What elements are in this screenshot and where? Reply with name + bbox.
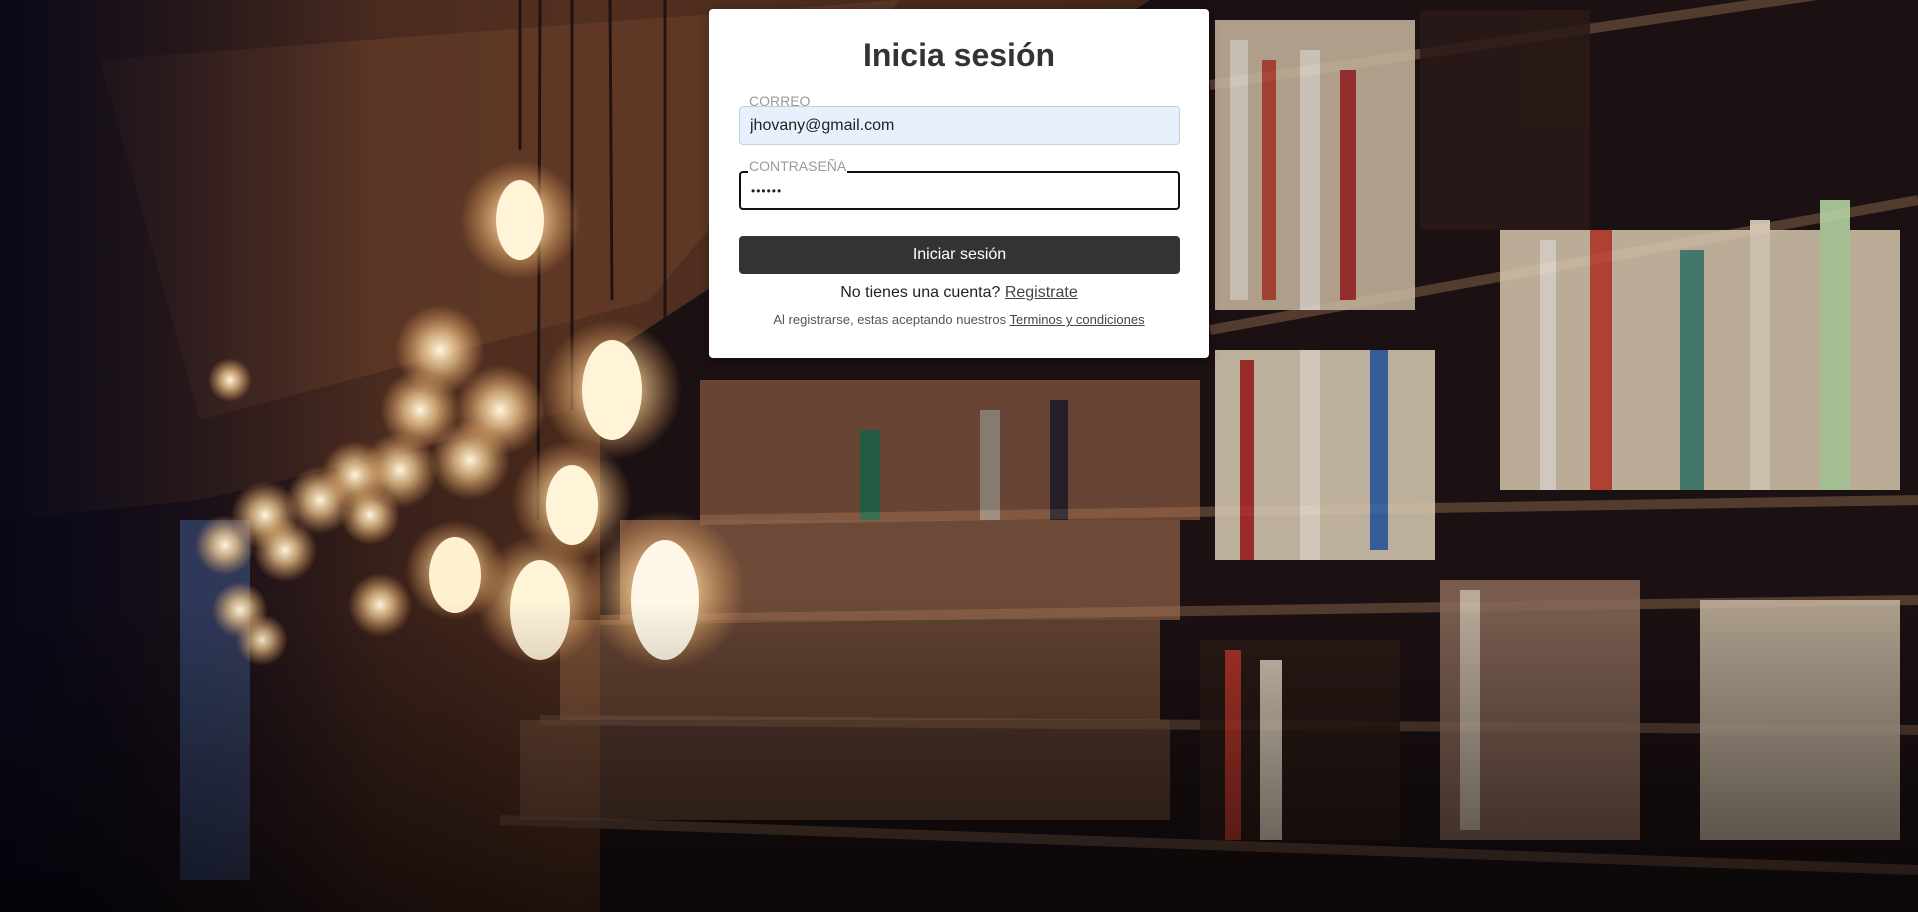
terms-text: Al registrarse, estas aceptando nuestros (773, 312, 1007, 327)
password-label: CONTRASEÑA (748, 158, 848, 174)
signup-text: No tienes una cuenta? (840, 284, 1001, 301)
password-field[interactable] (739, 171, 1180, 210)
register-link[interactable]: Registrate (1005, 284, 1078, 301)
page-title: Inicia sesión (862, 37, 1056, 73)
terms-notice: Al registrarse, estas aceptando nuestros… (709, 312, 1209, 327)
email-label: CORREO (749, 93, 811, 109)
login-button[interactable]: Iniciar sesión (739, 236, 1180, 274)
email-field[interactable] (739, 106, 1180, 145)
login-card: Inicia sesión CORREO CONTRASEÑA Iniciar … (709, 9, 1209, 358)
terms-link[interactable]: Terminos y condiciones (1009, 312, 1144, 327)
signup-prompt: No tienes una cuenta? Registrate (709, 284, 1209, 302)
